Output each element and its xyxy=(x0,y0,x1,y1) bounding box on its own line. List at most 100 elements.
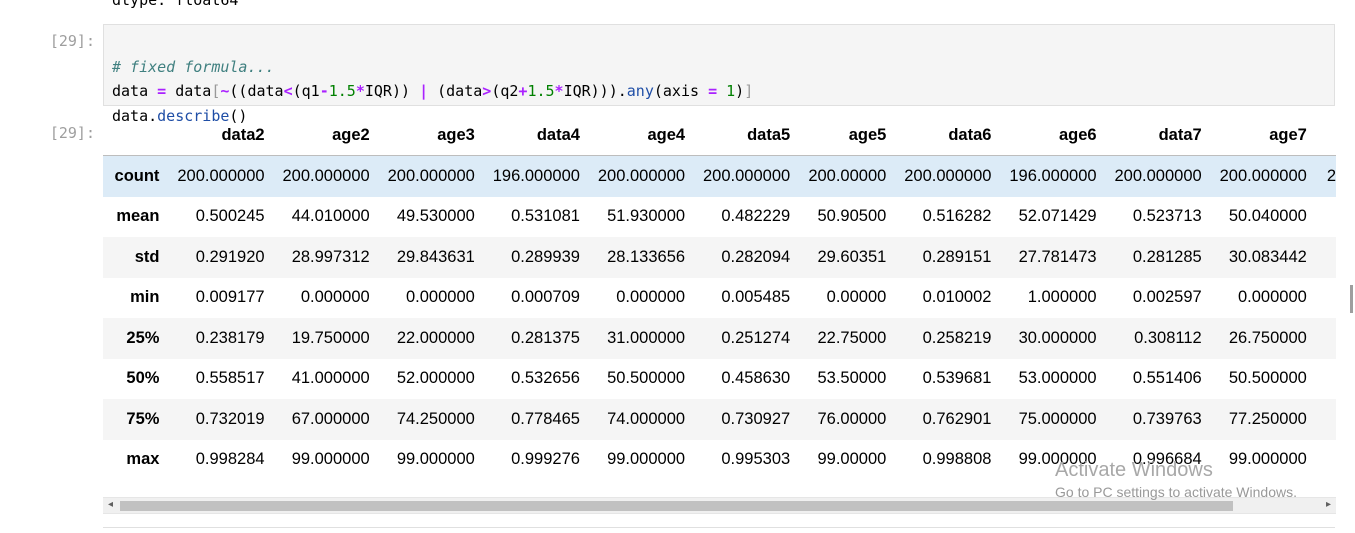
activate-windows-subtext: Go to PC settings to activate Windows. xyxy=(1055,484,1297,500)
column-header: data7 xyxy=(1096,115,1202,156)
table-cell: 67.000000 xyxy=(291,409,370,428)
table-cell: 0.009177 xyxy=(195,288,265,307)
table-cell: 44.010000 xyxy=(291,207,370,226)
table-cell: 0.281375 xyxy=(511,328,580,347)
row-label: min xyxy=(130,288,160,307)
index-header xyxy=(103,115,160,156)
table-cell: 0.998808 xyxy=(922,450,992,469)
column-header: data6 xyxy=(886,115,992,156)
column-header: data2 xyxy=(159,115,265,156)
table-cell: 0.558517 xyxy=(195,369,265,388)
table-cell: 0.289939 xyxy=(511,247,580,266)
column-header: age3 xyxy=(369,115,475,156)
table-cell: 0.762901 xyxy=(922,409,992,428)
table-cell xyxy=(1307,197,1336,238)
table-cell: 50.500000 xyxy=(1228,369,1307,388)
table-cell: 0.482229 xyxy=(721,207,791,226)
table-cell: 49.530000 xyxy=(396,207,475,226)
table-cell: 30.083442 xyxy=(1228,247,1307,266)
table-cell: 0.778465 xyxy=(511,409,580,428)
code-cell-editor[interactable]: # fixed formula... data = data[~((data<(… xyxy=(103,24,1335,125)
table-cell: 0.005485 xyxy=(721,288,791,307)
table-cell: 0.000000 xyxy=(300,288,370,307)
table-cell: 0.531081 xyxy=(511,207,580,226)
next-cell-border xyxy=(103,527,1335,528)
table-cell: 0.308112 xyxy=(1134,328,1202,347)
table-cell: 0.730927 xyxy=(721,409,791,428)
table-cell: 50.500000 xyxy=(607,369,686,388)
table-cell: 0.000709 xyxy=(511,288,580,307)
row-label: 25% xyxy=(126,328,160,347)
table-cell: 196.000000 xyxy=(1009,166,1097,185)
table-cell: 29.60351 xyxy=(817,247,887,266)
table-cell: 53.50000 xyxy=(817,369,887,388)
table-cell: 200.000000 xyxy=(177,166,265,185)
table-cell: 0.523713 xyxy=(1132,207,1202,226)
table-cell xyxy=(1307,359,1336,400)
dataframe-output: data2 age2 age3 data4 age4 data5 age5 da… xyxy=(103,115,1336,483)
activate-windows-watermark: Activate Windows xyxy=(1055,459,1213,481)
table-row-mean: mean 0.500245 44.010000 49.530000 0.5310… xyxy=(103,197,1336,238)
table-cell: 75.000000 xyxy=(1018,409,1097,428)
table-cell: 99.000000 xyxy=(396,450,475,469)
table-row-75pct: 75% 0.732019 67.000000 74.250000 0.77846… xyxy=(103,399,1336,440)
table-cell: 1.000000 xyxy=(1027,288,1097,307)
row-label: 75% xyxy=(126,409,160,428)
table-cell: 0.002597 xyxy=(1132,288,1202,307)
column-header: age4 xyxy=(579,115,686,156)
table-cell: 0.000000 xyxy=(616,288,686,307)
table-cell: 200.000000 xyxy=(1114,166,1202,185)
table-cell: 0.289151 xyxy=(922,247,992,266)
column-header: age7 xyxy=(1201,115,1307,156)
table-cell: 50.90500 xyxy=(817,207,887,226)
table-cell: 200.000000 xyxy=(387,166,475,185)
table-cell xyxy=(1307,278,1336,319)
table-cell: 99.000000 xyxy=(291,450,370,469)
table-cell xyxy=(1307,399,1336,440)
table-cell: 0.516282 xyxy=(922,207,992,226)
table-cell: 0.000000 xyxy=(1237,288,1307,307)
code-comment: # fixed formula... xyxy=(112,57,275,76)
table-cell xyxy=(1307,237,1336,278)
table-row-std: std 0.291920 28.997312 29.843631 0.28993… xyxy=(103,237,1336,278)
table-cell: 0.732019 xyxy=(195,409,265,428)
table-cell: 200.00000 xyxy=(808,166,887,185)
column-header: age5 xyxy=(790,115,887,156)
table-cell: 52.000000 xyxy=(396,369,475,388)
scrollbar-thumb[interactable] xyxy=(120,501,1233,511)
table-cell: 99.00000 xyxy=(817,450,887,469)
row-label: std xyxy=(134,247,160,266)
table-cell: 200.000000 xyxy=(703,166,791,185)
table-cell: 200.000000 xyxy=(597,166,686,185)
table-cell: 99.000000 xyxy=(1228,450,1307,469)
table-cell: 76.00000 xyxy=(817,409,887,428)
table-cell: 0.995303 xyxy=(721,450,791,469)
code-lines[interactable]: # fixed formula... data = data[~((data<(… xyxy=(112,30,753,128)
table-cell: 74.250000 xyxy=(396,409,475,428)
table-cell: 0.551406 xyxy=(1132,369,1202,388)
code-line-2: data = data[~((data<(q1-1.5*IQR)) | (dat… xyxy=(112,82,754,100)
scroll-right-arrow-icon[interactable]: ▸ xyxy=(1326,499,1331,510)
table-cell: 50.040000 xyxy=(1228,207,1307,226)
table-cell: 26.750000 xyxy=(1228,328,1307,347)
table-cell: 0.238179 xyxy=(195,328,265,347)
table-row-25pct: 25% 0.238179 19.750000 22.000000 0.28137… xyxy=(103,318,1336,359)
table-cell: 200.000000 xyxy=(1219,166,1307,185)
table-cell: 19.750000 xyxy=(291,328,370,347)
table-cell: 22.000000 xyxy=(396,328,475,347)
table-cell: 0.282094 xyxy=(721,247,791,266)
table-cell: 52.071429 xyxy=(1018,207,1097,226)
page-vertical-scrollbar-thumb[interactable] xyxy=(1350,285,1353,313)
row-label: count xyxy=(114,166,160,185)
table-cell: 74.000000 xyxy=(607,409,686,428)
table-header-row: data2 age2 age3 data4 age4 data5 age5 da… xyxy=(103,115,1336,156)
table-cell: 0.999276 xyxy=(511,450,580,469)
table-cell: 51.930000 xyxy=(607,207,686,226)
scroll-left-arrow-icon[interactable]: ◂ xyxy=(108,499,113,510)
table-cell xyxy=(1307,440,1336,481)
column-header: age2 xyxy=(264,115,370,156)
table-cell: 30.000000 xyxy=(1018,328,1097,347)
row-label: 50% xyxy=(126,369,160,388)
table-cell: 0.532656 xyxy=(511,369,580,388)
table-cell: 200.000000 xyxy=(282,166,370,185)
